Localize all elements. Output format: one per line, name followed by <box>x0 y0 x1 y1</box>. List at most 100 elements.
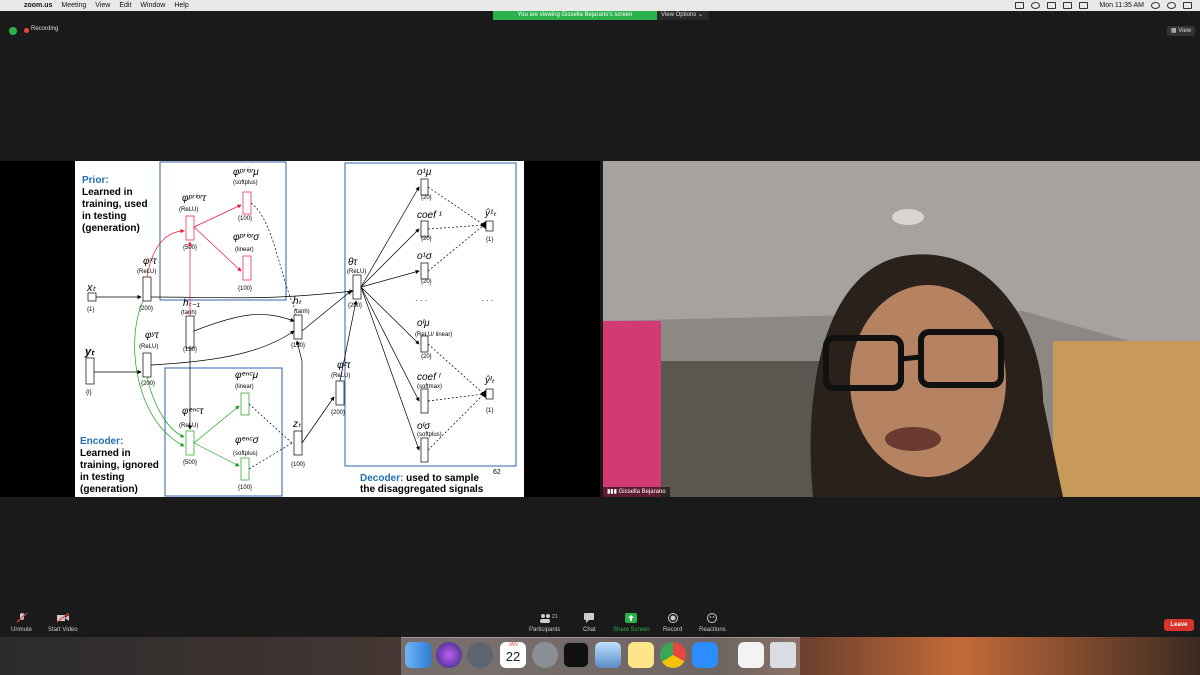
video-door <box>1053 341 1200 497</box>
xt-dim: {1} <box>87 307 94 313</box>
mac-menu-bar: zoom.us Meeting View Edit Window Help Mo… <box>0 0 1200 11</box>
share-screen-button[interactable]: Share Screen <box>613 613 650 633</box>
trash-icon[interactable] <box>770 642 796 668</box>
notes-icon[interactable] <box>628 642 654 668</box>
o-mu-1-node <box>420 178 429 196</box>
encoder-box <box>164 367 283 497</box>
menu-edit[interactable]: Edit <box>119 2 131 9</box>
phi-x-act: (ReLU) <box>137 269 156 275</box>
xt-node <box>87 292 97 302</box>
prior-title: Prior: <box>82 175 109 186</box>
reactions-button[interactable]: Reactions <box>699 613 726 633</box>
chat-label: Chat <box>583 627 596 633</box>
o-sigma-1-dim: {20} <box>421 279 432 285</box>
screen-share-banner: You are viewing Gissella Bejarano's scre… <box>493 11 657 20</box>
phi-prior-symbol: φᵖʳⁱᵒʳτ <box>182 193 207 204</box>
terminal-icon[interactable] <box>563 642 589 668</box>
participant-video[interactable] <box>603 161 1200 497</box>
view-label: View <box>1178 28 1192 34</box>
chat-button[interactable]: Chat <box>583 613 596 633</box>
y-hat-1-node <box>485 220 494 232</box>
view-button[interactable]: ▦ View <box>1167 26 1195 36</box>
phi-sigma-prior-dim: {100} <box>238 286 252 292</box>
chrome-icon[interactable] <box>660 642 686 668</box>
menu-list-icon[interactable] <box>1183 2 1192 9</box>
decoder-caption: Decoder: used to sample <box>360 473 479 484</box>
start-video-button[interactable]: Start Video <box>48 613 78 633</box>
phi-z-dim: {200} <box>331 410 345 416</box>
encoder-line-4: (generation) <box>80 484 138 495</box>
video-ceiling-fan <box>892 209 924 225</box>
search-icon[interactable] <box>1151 2 1160 9</box>
shield-icon[interactable] <box>9 27 17 35</box>
wifi-icon[interactable] <box>1031 2 1041 9</box>
start-video-label: Start Video <box>48 627 78 633</box>
zoom-top-area <box>0 20 1200 161</box>
participant-name: Gissella Bejarano <box>618 489 666 495</box>
zt-dim: {100} <box>291 462 305 468</box>
phi-sigma-prior-act: (linear) <box>235 247 254 253</box>
document-icon[interactable] <box>738 642 764 668</box>
finder-icon[interactable] <box>405 642 431 668</box>
phi-x-dim: {200} <box>139 306 153 312</box>
menu-view[interactable]: View <box>95 2 110 9</box>
calendar-icon[interactable]: JAN 22 <box>500 642 526 668</box>
unmute-label: Unmute <box>11 627 33 633</box>
y-hat-I-symbol: ŷᴵₜ <box>484 375 496 386</box>
decoder-dots-left: · · · <box>415 296 427 305</box>
preview-icon[interactable] <box>595 642 621 668</box>
user-icon[interactable] <box>1167 2 1176 9</box>
record-icon <box>667 613 678 623</box>
record-button[interactable]: Record <box>663 613 682 633</box>
person-mouth <box>885 427 941 451</box>
phi-sigma-prior-node <box>242 255 252 281</box>
o-sigma-I-symbol: oᴵσ <box>417 421 431 432</box>
theta-node <box>352 274 362 300</box>
reactions-icon <box>707 613 718 623</box>
y-hat-I-arrow-icon <box>480 390 486 398</box>
phi-z-node <box>335 380 345 406</box>
calendar-month: JAN <box>508 642 518 648</box>
phi-mu-enc-act: (linear) <box>235 384 254 390</box>
siri-icon[interactable] <box>436 642 462 668</box>
phi-sigma-enc-act: (softplus) <box>233 451 258 457</box>
clock[interactable]: Mon 11:35 AM <box>1099 2 1144 9</box>
decoder-text-2: the disaggregated signals <box>360 484 484 495</box>
airplay-icon[interactable] <box>1047 2 1057 9</box>
phi-z-symbol: φᶻτ <box>337 360 352 371</box>
zoom-icon[interactable] <box>692 642 718 668</box>
encoder-line-2: training, ignored <box>80 460 159 471</box>
menu-app[interactable]: zoom.us <box>24 2 52 9</box>
view-options-button[interactable]: View Options ⌄ <box>657 11 709 20</box>
launchpad-icon[interactable] <box>467 642 493 668</box>
person-glasses-bridge <box>900 354 922 362</box>
ht-symbol: hₜ <box>293 296 303 307</box>
leave-button[interactable]: Leave <box>1164 619 1194 631</box>
volume-icon[interactable] <box>1063 2 1073 9</box>
unmute-button[interactable]: Unmute <box>11 613 32 633</box>
prior-line-1: Learned in <box>82 187 133 198</box>
menu-window[interactable]: Window <box>140 2 165 9</box>
zt-symbol: zₜ <box>292 419 302 430</box>
menu-meeting[interactable]: Meeting <box>61 2 86 9</box>
recording-label: Recording <box>31 26 59 32</box>
decoder-title: Decoder: <box>360 473 403 484</box>
menu-help[interactable]: Help <box>174 2 188 9</box>
calendar-day: 22 <box>505 649 521 664</box>
system-preferences-icon[interactable] <box>532 642 558 668</box>
participants-icon <box>539 614 550 623</box>
o-sigma-1-node <box>420 262 429 280</box>
battery-icon[interactable] <box>1079 2 1089 9</box>
screen-icon[interactable] <box>1015 2 1025 9</box>
yt-dim: {I} <box>86 390 92 396</box>
ht-act: (tanh) <box>294 309 310 315</box>
slide-page-number: 62 <box>493 469 501 476</box>
coef-1-dim: {20} <box>421 236 432 242</box>
record-dot-icon <box>24 28 29 33</box>
encoder-title: Encoder: <box>80 436 123 447</box>
coef-1-node <box>420 220 429 238</box>
prior-line-2: training, used <box>82 199 148 210</box>
coef-I-symbol: coef ᴵ <box>417 372 442 383</box>
prior-line-3: in testing <box>82 211 126 222</box>
video-shelf <box>661 361 821 497</box>
